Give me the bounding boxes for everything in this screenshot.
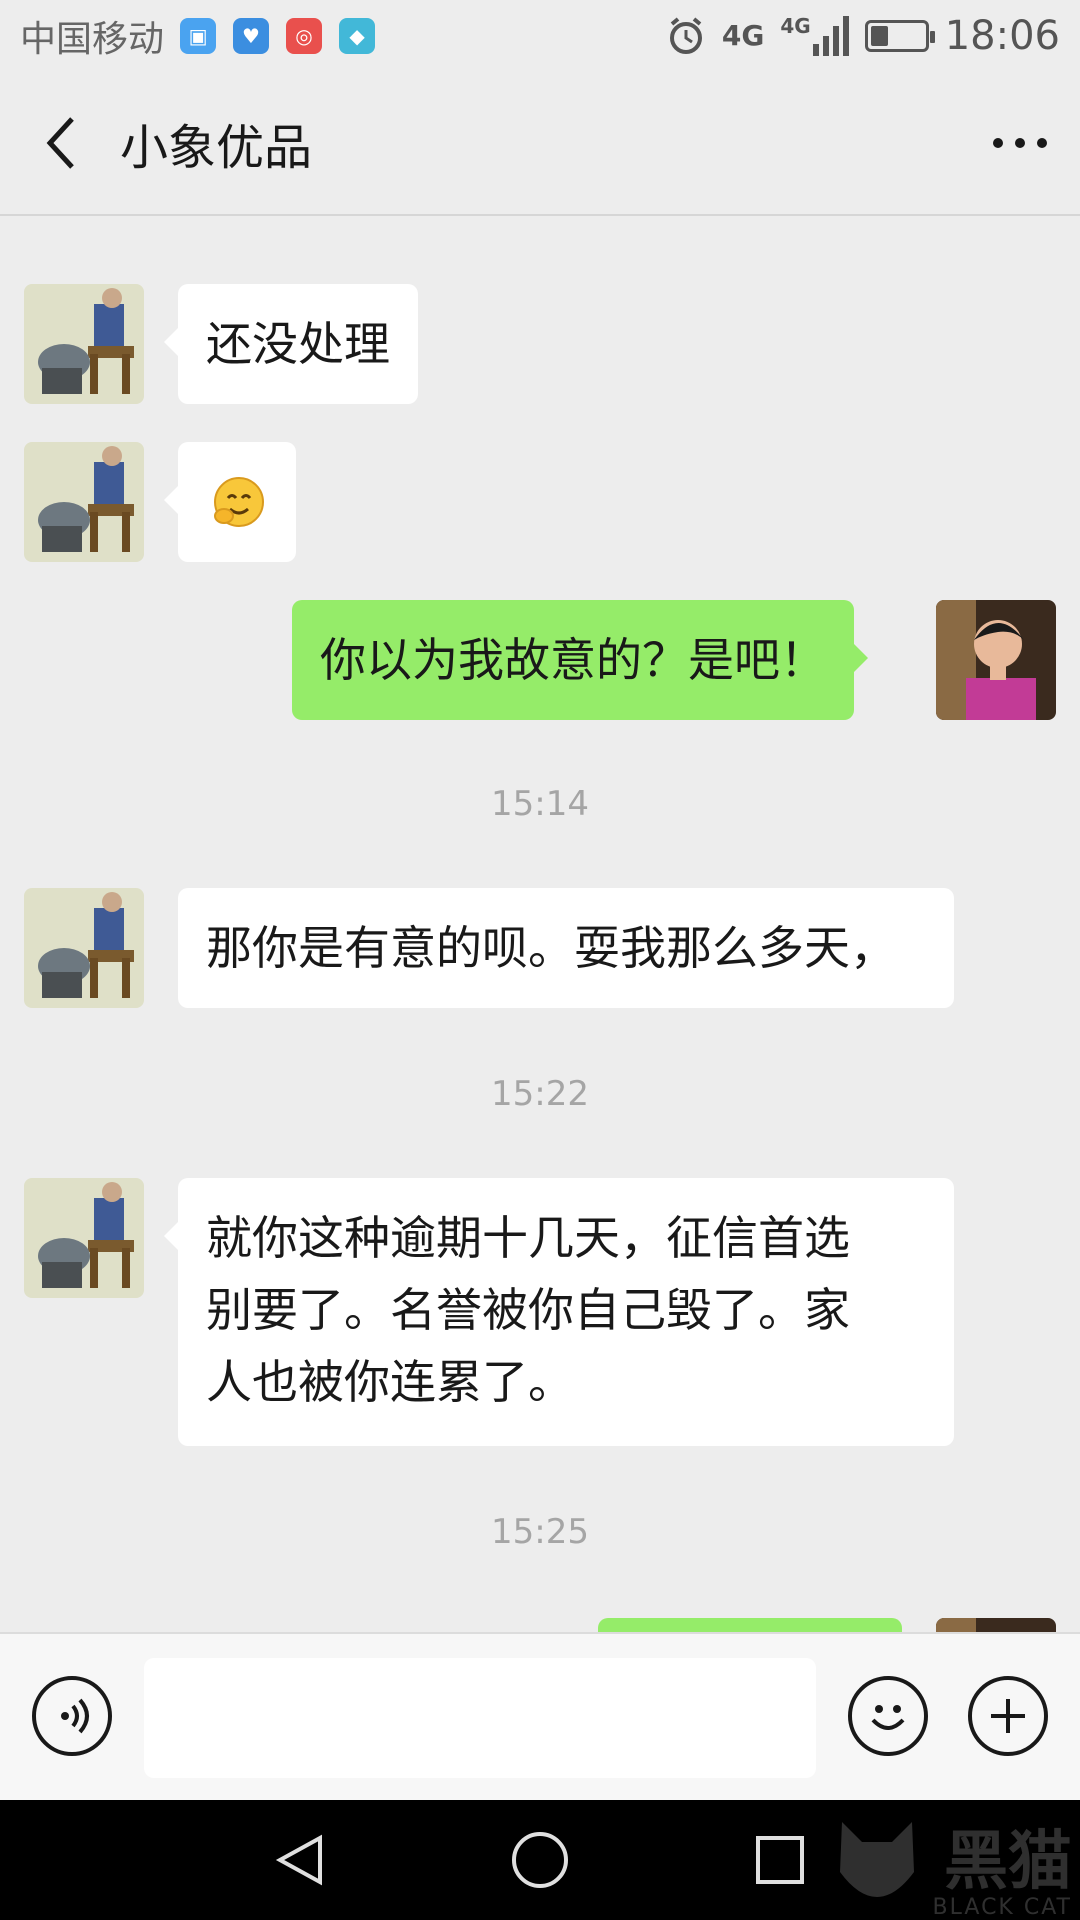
message-bubble-incoming[interactable]: 就你这种逾期十几天，征信首选 别要了。名誉被你自己毁了。家 人也被你连累了。	[164, 1178, 954, 1446]
battery-level	[870, 26, 889, 46]
photo-icon: ▣	[180, 18, 217, 54]
signal-icon: 4G	[780, 14, 849, 56]
back-triangle-icon	[275, 1834, 322, 1886]
chevron-left-icon	[46, 117, 74, 169]
home-circle-icon	[512, 1832, 568, 1888]
contact-avatar[interactable]	[24, 1178, 144, 1298]
chat-area[interactable]: 还没处理 你以为我故意的？是吧！ 15:14 那你是有意的呗。耍我那么多天， 1…	[0, 218, 1080, 1632]
hug-emoji-icon	[214, 477, 264, 527]
message-bubble-incoming[interactable]: 那你是有意的呗。耍我那么多天，	[178, 888, 954, 1008]
more-dots-icon	[993, 138, 1047, 148]
more-button[interactable]	[960, 71, 1080, 215]
watermark-subtext: BLACK CAT	[932, 1895, 1072, 1920]
carrier-label: 中国移动	[20, 19, 165, 60]
watermark-logo: 黑猫 BLACK CAT	[830, 1806, 1080, 1920]
watermark-text: 黑猫	[944, 1825, 1072, 1899]
message-text-line: 就你这种逾期十几天，征信首选	[206, 1211, 850, 1265]
nav-home-button[interactable]	[504, 1824, 576, 1896]
page-title: 小象优品	[120, 120, 313, 176]
network-4g-label: 4G	[721, 19, 765, 52]
add-button[interactable]	[968, 1676, 1048, 1756]
timestamp: 15:14	[491, 784, 589, 824]
message-bubble-outgoing-partial[interactable]	[598, 1618, 902, 1632]
battery-icon	[864, 20, 935, 52]
contact-avatar[interactable]	[24, 888, 144, 1008]
emoji-button[interactable]	[848, 1676, 928, 1756]
weibo-icon: ◎	[286, 18, 323, 54]
message-input[interactable]	[144, 1658, 816, 1778]
timestamp: 15:25	[491, 1512, 589, 1552]
message-text-line: 人也被你连累了。	[206, 1355, 574, 1409]
health-icon: ♥	[233, 18, 270, 54]
my-avatar[interactable]	[936, 1618, 1056, 1632]
status-bar: 中国移动 ▣ ♥ ◎ ◆ 4G 4G 18:06	[0, 0, 1080, 72]
message-text: 你以为我故意的？是吧！	[320, 633, 826, 687]
shield-icon: ◆	[339, 18, 376, 54]
smiley-icon	[871, 1705, 905, 1730]
message-bubble-incoming[interactable]: 还没处理	[164, 284, 418, 404]
input-bar	[0, 1632, 1080, 1800]
cat-logo-icon	[840, 1822, 914, 1897]
plus-icon	[991, 1699, 1025, 1733]
message-bubble-incoming[interactable]	[164, 442, 296, 562]
contact-avatar[interactable]	[24, 284, 144, 404]
status-time: 18:06	[944, 13, 1060, 59]
alarm-icon	[669, 17, 702, 54]
recents-square-icon	[756, 1836, 804, 1884]
back-button[interactable]	[0, 71, 120, 215]
nav-recents-button[interactable]	[744, 1824, 816, 1896]
my-avatar[interactable]	[936, 600, 1056, 720]
chat-header: 小象优品	[0, 72, 1080, 216]
message-text: 还没处理	[206, 317, 390, 371]
nav-back-button[interactable]	[264, 1824, 336, 1896]
network-4g-label-small: 4G	[780, 14, 811, 38]
contact-avatar[interactable]	[24, 442, 144, 562]
message-text-line: 别要了。名誉被你自己毁了。家	[206, 1283, 850, 1337]
message-text: 那你是有意的呗。耍我那么多天，	[206, 921, 896, 975]
voice-icon	[61, 1698, 89, 1734]
message-bubble-outgoing[interactable]: 你以为我故意的？是吧！	[292, 600, 868, 720]
voice-button[interactable]	[32, 1676, 112, 1756]
timestamp: 15:22	[491, 1074, 589, 1114]
